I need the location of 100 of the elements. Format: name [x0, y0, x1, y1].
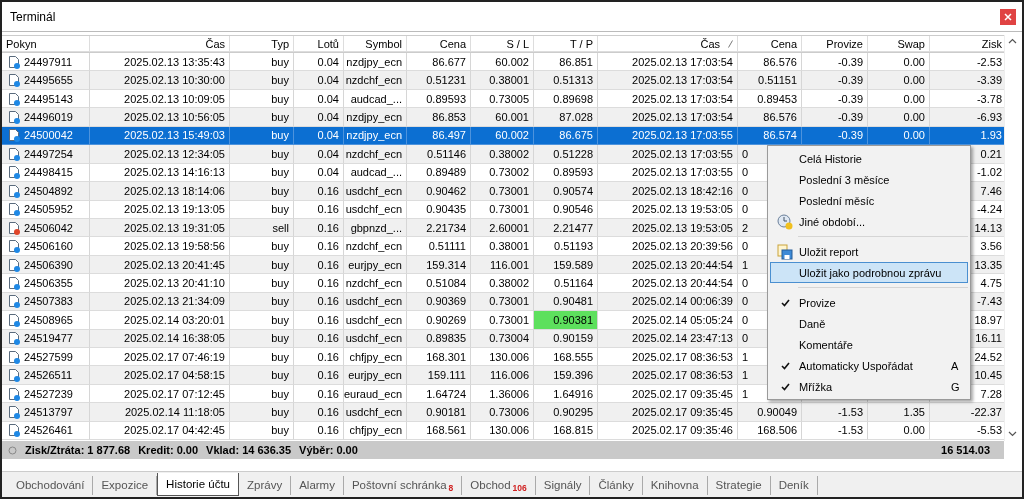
- column-header[interactable]: Zisk: [930, 36, 1004, 52]
- table-cell: 2025.02.13 19:53:05: [598, 218, 738, 238]
- table-cell: 0.04: [294, 145, 344, 164]
- table-row[interactable]: 24513797 2025.02.14 11:18:05 buy 0.16 usdchf_ecn 0.90181 0.73006 0.90295 2025.02.17 09:35:45 0.90049 -1.53 1.35 -22.37: [2, 403, 1004, 422]
- table-cell: 0.51164: [534, 274, 598, 293]
- document-icon: [8, 220, 21, 235]
- table-cell: 168.561: [407, 421, 471, 441]
- table-cell: nzdchf_ecn: [344, 145, 407, 164]
- table-cell: 86.576: [738, 108, 802, 127]
- tab[interactable]: Strategie: [707, 476, 771, 495]
- column-header[interactable]: Symbol: [344, 36, 407, 52]
- order-id: 24519477: [24, 332, 73, 345]
- document-icon: [8, 239, 21, 254]
- table-cell: usdchf_ecn: [344, 292, 407, 312]
- table-cell: 0.38001: [471, 71, 534, 90]
- table-row[interactable]: 24526461 2025.02.17 04:42:45 buy 0.16 chfjpy_ecn 168.561 130.006 168.815 2025.02.17 09:35:46 168.506 -1.53 0.00 -5.53: [2, 421, 1004, 441]
- table-cell: 2025.02.17 04:58:15: [90, 366, 230, 385]
- column-header[interactable]: Provize: [802, 36, 868, 52]
- table-cell: buy: [230, 200, 294, 219]
- table-cell: 0.38001: [471, 237, 534, 256]
- order-id: 24506355: [24, 276, 73, 289]
- table-cell: 2025.02.13 19:58:56: [90, 237, 230, 256]
- table-cell: 2025.02.13 19:31:05: [90, 218, 230, 238]
- table-cell: 0.89835: [407, 329, 471, 348]
- table-cell: 0.16: [294, 421, 344, 441]
- table-cell: 0.90295: [534, 403, 598, 422]
- order-id: 24513797: [24, 406, 73, 419]
- table-cell: 0.16: [294, 274, 344, 293]
- table-cell: eurjpy_ecn: [344, 366, 407, 385]
- table-cell: 0.90462: [407, 182, 471, 201]
- table-cell: 159.589: [534, 255, 598, 275]
- table-cell: 2.21734: [407, 218, 471, 238]
- table-cell: 130.006: [471, 421, 534, 441]
- document-icon: [8, 165, 21, 180]
- table-row[interactable]: 24495655 2025.02.13 10:30:00 buy 0.04 nzdchf_ecn 0.51231 0.38001 0.51313 2025.02.13 17:03:54 0.51151 -0.39 0.00 -3.39: [2, 71, 1004, 90]
- table-cell: buy: [230, 403, 294, 422]
- table-cell: 2025.02.13 12:34:05: [90, 145, 230, 164]
- table-cell: buy: [230, 108, 294, 127]
- scroll-down-icon[interactable]: [1007, 431, 1017, 437]
- tab[interactable]: Zprávy: [239, 476, 292, 495]
- column-header[interactable]: Cena: [738, 36, 802, 52]
- table-cell: 2025.02.13 19:13:05: [90, 200, 230, 219]
- tab[interactable]: Alarmy: [291, 476, 344, 495]
- document-icon: [8, 275, 21, 290]
- table-cell: -1.53: [802, 403, 868, 422]
- table-cell: 2025.02.13 19:53:05: [598, 200, 738, 219]
- tab[interactable]: Obchodování: [8, 476, 94, 495]
- order-id: 24507383: [24, 295, 73, 308]
- table-cell: eurjpy_ecn: [344, 255, 407, 275]
- table-cell: 0.73001: [471, 292, 534, 312]
- tab[interactable]: Signály: [535, 476, 591, 495]
- table-cell: 0.73006: [471, 403, 534, 422]
- table-cell: 0.16: [294, 403, 344, 422]
- tab[interactable]: Deník: [770, 476, 818, 495]
- table-row[interactable]: 24496019 2025.02.13 10:56:05 buy 0.04 nzdjpy_ecn 86.853 60.001 87.028 2025.02.13 17:03:54 86.576 -0.39 0.00 -6.93: [2, 108, 1004, 127]
- sort-icon: [728, 39, 733, 48]
- table-cell: 2025.02.13 17:03:54: [598, 108, 738, 127]
- table-cell: 2025.02.13 20:41:10: [90, 274, 230, 293]
- table-cell: nzdchf_ecn: [344, 71, 407, 90]
- tab-label: Poštovní schránka: [351, 479, 447, 492]
- table-cell: 0.90381: [534, 311, 598, 330]
- document-icon: [8, 368, 21, 383]
- table-cell: 0.16: [294, 218, 344, 238]
- summary-value: Kredit: 0.00: [138, 444, 199, 456]
- table-cell: 0.51313: [534, 71, 598, 90]
- menu-item[interactable]: Uložit jako podrobnou zprávu: [770, 262, 968, 283]
- table-cell: buy: [230, 329, 294, 348]
- table-cell: 0.90435: [407, 200, 471, 219]
- table-cell: 2.21477: [534, 218, 598, 238]
- column-header[interactable]: Čas: [598, 36, 738, 52]
- document-icon: [8, 349, 21, 364]
- close-button[interactable]: [1000, 8, 1016, 25]
- document-icon: [8, 312, 21, 327]
- table-cell: 159.111: [407, 366, 471, 385]
- table-cell: 2025.02.17 08:36:53: [598, 366, 738, 385]
- column-header[interactable]: Čas: [90, 36, 230, 52]
- scroll-up-icon[interactable]: [1007, 38, 1017, 44]
- tab[interactable]: Knihovna: [642, 476, 708, 495]
- order-id: 24495655: [24, 74, 73, 87]
- column-header[interactable]: Swap: [868, 36, 930, 52]
- table-cell: 2025.02.14 16:38:05: [90, 329, 230, 348]
- column-header[interactable]: Cena: [407, 36, 471, 52]
- table-cell: 0.16: [294, 182, 344, 201]
- table-cell: 0.00: [868, 71, 930, 90]
- column-header[interactable]: Typ: [230, 36, 294, 52]
- column-header[interactable]: T / P: [534, 36, 598, 52]
- order-id: 24526461: [24, 424, 73, 437]
- column-header[interactable]: S / L: [471, 36, 534, 52]
- table-cell: 2025.02.13 18:42:16: [598, 182, 738, 201]
- table-cell: 2025.02.13 20:44:54: [598, 274, 738, 293]
- table-cell: usdchf_ecn: [344, 329, 407, 348]
- tab[interactable]: Články: [590, 476, 643, 495]
- column-header[interactable]: Lotů: [294, 36, 344, 52]
- table-cell: 2025.02.13 18:14:06: [90, 182, 230, 201]
- column-header[interactable]: Pokyn: [2, 36, 90, 52]
- tab[interactable]: Historie účtu: [157, 473, 239, 496]
- table-cell: 0.51146: [407, 145, 471, 164]
- table-cell: 116.006: [471, 366, 534, 385]
- document-icon: [8, 405, 21, 420]
- document-icon: [8, 386, 21, 401]
